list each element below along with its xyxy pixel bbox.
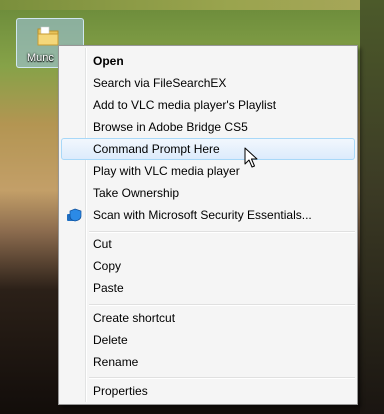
menu-item-command-prompt-here[interactable]: Command Prompt Here <box>61 138 355 160</box>
menu-separator <box>89 377 355 379</box>
wallpaper-right-edge <box>360 0 384 414</box>
menu-item-play-with-vlc[interactable]: Play with VLC media player <box>61 160 355 182</box>
menu-item-label: Create shortcut <box>93 311 176 325</box>
menu-item-add-to-vlc-playlist[interactable]: Add to VLC media player's Playlist <box>61 94 355 116</box>
menu-item-label: Play with VLC media player <box>93 164 240 178</box>
menu-item-label: Paste <box>93 281 124 295</box>
menu-item-create-shortcut[interactable]: Create shortcut <box>61 307 355 329</box>
context-menu: Open Search via FileSearchEX Add to VLC … <box>58 45 358 405</box>
menu-item-label: Scan with Microsoft Security Essentials.… <box>93 208 312 222</box>
menu-item-label: Command Prompt Here <box>93 142 220 156</box>
menu-item-copy[interactable]: Copy <box>61 255 355 277</box>
menu-separator <box>89 304 355 306</box>
menu-item-label: Open <box>93 54 124 68</box>
menu-item-label: Copy <box>93 259 122 273</box>
menu-item-label: Rename <box>93 355 139 369</box>
menu-item-properties[interactable]: Properties <box>61 380 355 402</box>
menu-item-scan-security-essentials[interactable]: Scan with Microsoft Security Essentials.… <box>61 204 355 226</box>
menu-item-cut[interactable]: Cut <box>61 233 355 255</box>
menu-item-search-filesearchex[interactable]: Search via FileSearchEX <box>61 72 355 94</box>
shield-icon <box>67 208 82 222</box>
menu-item-label: Take Ownership <box>93 186 180 200</box>
menu-item-label: Browse in Adobe Bridge CS5 <box>93 120 248 134</box>
menu-item-label: Properties <box>93 384 148 398</box>
menu-item-rename[interactable]: Rename <box>61 351 355 373</box>
menu-item-paste[interactable]: Paste <box>61 277 355 299</box>
menu-item-label: Cut <box>93 237 112 251</box>
menu-item-label: Add to VLC media player's Playlist <box>93 98 277 112</box>
desktop-item-label: Munc <box>27 52 54 64</box>
menu-item-label: Search via FileSearchEX <box>93 76 227 90</box>
arrow-cursor-icon <box>244 147 258 168</box>
menu-item-open[interactable]: Open <box>61 50 355 72</box>
menu-item-browse-adobe-bridge[interactable]: Browse in Adobe Bridge CS5 <box>61 116 355 138</box>
menu-item-label: Delete <box>93 333 128 347</box>
menu-item-delete[interactable]: Delete <box>61 329 355 351</box>
wallpaper-top-band <box>0 0 384 10</box>
menu-item-take-ownership[interactable]: Take Ownership <box>61 182 355 204</box>
